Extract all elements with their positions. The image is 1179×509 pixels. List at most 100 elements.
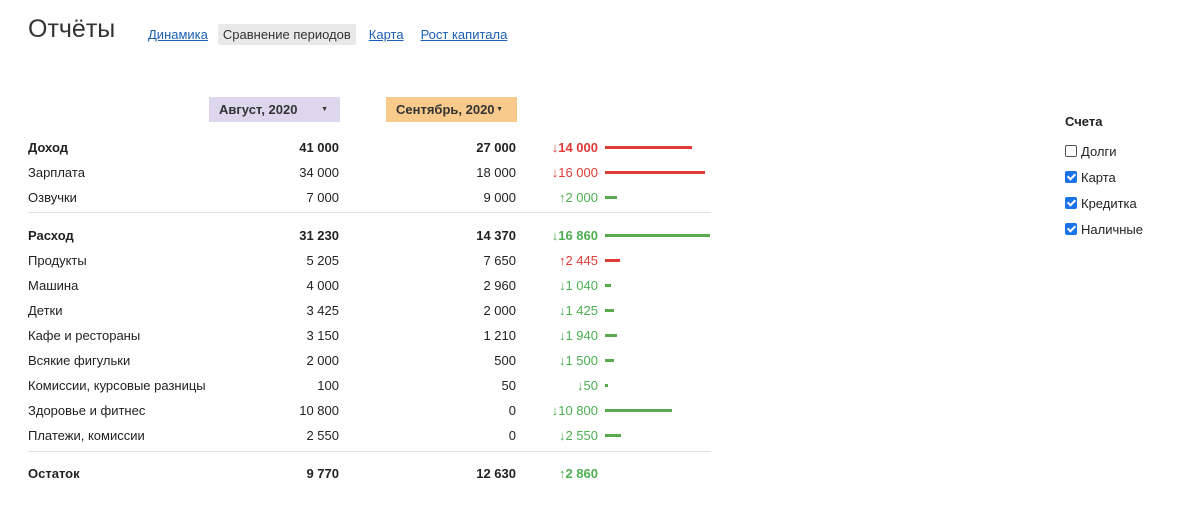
account-checkbox-card[interactable]: Карта [1065,164,1143,190]
table-row: Кафе и рестораны 3 150 1 210 ↓1 940 [28,323,718,348]
first-period-value: 41 000 [299,140,339,155]
difference-bar [605,196,617,199]
difference-value: ↓10 800 [551,403,598,418]
divider [28,451,711,452]
table-row: Доход 41 000 27 000 ↓14 000 [28,135,718,160]
row-label: Доход [28,140,68,155]
tab-period-comparison[interactable]: Сравнение периодов [217,24,356,45]
difference-bar [605,334,617,337]
difference-value: ↓1 425 [558,303,598,318]
row-label: Зарплата [28,165,85,180]
first-period-value: 34 000 [299,165,339,180]
first-period-value: 5 205 [306,253,339,268]
difference-value: ↓14 000 [551,140,598,155]
table-row: Продукты 5 205 7 650 ↑2 445 [28,248,718,273]
tab-map[interactable]: Карта [369,27,404,42]
second-period-value: 12 630 [476,466,516,481]
difference-bar [605,409,672,412]
first-period-value: 100 [317,378,339,393]
divider [28,212,711,213]
table-row: Платежи, комиссии 2 550 0 ↓2 550 [28,423,718,448]
difference-bar [605,309,614,312]
table-row: Машина 4 000 2 960 ↓1 040 [28,273,718,298]
difference-value: ↓16 860 [551,228,598,243]
second-period-value: 2 000 [483,303,516,318]
second-period-value: 50 [501,378,516,393]
row-label: Продукты [28,253,87,268]
second-period-value: 1 210 [483,328,516,343]
chevron-down-icon: ▼ [496,106,503,113]
difference-bar [605,384,608,387]
second-period-value: 0 [508,428,516,443]
difference-value: ↑2 445 [558,253,598,268]
row-label: Расход [28,228,74,243]
account-checkbox-debts[interactable]: Долги [1065,138,1143,164]
checkbox[interactable] [1065,171,1077,183]
difference-value: ↓1 040 [558,278,598,293]
difference-bar [605,171,705,174]
second-period-label: Сентябрь, 2020 [396,102,495,117]
second-period-value: 500 [494,353,516,368]
row-label: Детки [28,303,63,318]
checkbox[interactable] [1065,145,1077,157]
second-period-value: 0 [508,403,516,418]
table-row: Здоровье и фитнес 10 800 0 ↓10 800 [28,398,718,423]
row-label: Платежи, комиссии [28,428,145,443]
first-period-value: 3 150 [306,328,339,343]
difference-bar [605,234,710,237]
first-period-value: 2 550 [306,428,339,443]
difference-bar [605,259,620,262]
first-period-value: 31 230 [299,228,339,243]
difference-value: ↑2 860 [558,466,598,481]
checkbox[interactable] [1065,197,1077,209]
first-period-select[interactable]: Август, 2020 ▼ [209,97,340,122]
second-period-value: 7 650 [483,253,516,268]
difference-value: ↑2 000 [558,190,598,205]
difference-value: ↓1 940 [558,328,598,343]
row-label: Здоровье и фитнес [28,403,146,418]
table-row: Всякие фигульки 2 000 500 ↓1 500 [28,348,718,373]
difference-value: ↓2 550 [558,428,598,443]
difference-bar [605,284,611,287]
row-label: Остаток [28,466,80,481]
table-row: Детки 3 425 2 000 ↓1 425 [28,298,718,323]
difference-value: ↓1 500 [558,353,598,368]
report-tabs: Динамика Сравнение периодов Карта Рост к… [148,24,524,45]
difference-bar [605,146,692,149]
account-checkbox-credit[interactable]: Кредитка [1065,190,1143,216]
second-period-value: 18 000 [476,165,516,180]
table-row: Расход 31 230 14 370 ↓16 860 [28,223,718,248]
second-period-value: 14 370 [476,228,516,243]
account-checkbox-cash[interactable]: Наличные [1065,216,1143,242]
first-period-value: 10 800 [299,403,339,418]
row-label: Машина [28,278,79,293]
account-label: Кредитка [1081,195,1137,211]
first-period-value: 3 425 [306,303,339,318]
chevron-down-icon: ▼ [321,106,328,113]
account-label: Наличные [1081,221,1143,237]
tab-dynamics[interactable]: Динамика [148,27,208,42]
table-row: Озвучки 7 000 9 000 ↑2 000 [28,185,718,210]
first-period-value: 9 770 [306,466,339,481]
first-period-value: 7 000 [306,190,339,205]
second-period-value: 9 000 [483,190,516,205]
difference-bar [605,359,614,362]
first-period-value: 4 000 [306,278,339,293]
row-label: Озвучки [28,190,77,205]
comparison-table: Доход 41 000 27 000 ↓14 000 Зарплата 34 … [28,135,718,486]
tab-capital-growth[interactable]: Рост капитала [421,27,508,42]
account-label: Карта [1081,169,1116,185]
second-period-select[interactable]: Сентябрь, 2020 ▼ [386,97,517,122]
second-period-value: 2 960 [483,278,516,293]
accounts-heading: Счета [1065,114,1103,129]
difference-value: ↓16 000 [551,165,598,180]
table-row: Зарплата 34 000 18 000 ↓16 000 [28,160,718,185]
first-period-value: 2 000 [306,353,339,368]
difference-value: ↓50 [577,378,598,393]
first-period-label: Август, 2020 [219,102,298,117]
checkbox[interactable] [1065,223,1077,235]
second-period-value: 27 000 [476,140,516,155]
row-label: Всякие фигульки [28,353,131,368]
page-title: Отчёты [28,15,116,43]
row-label: Комиссии, курсовые разницы [28,378,206,393]
